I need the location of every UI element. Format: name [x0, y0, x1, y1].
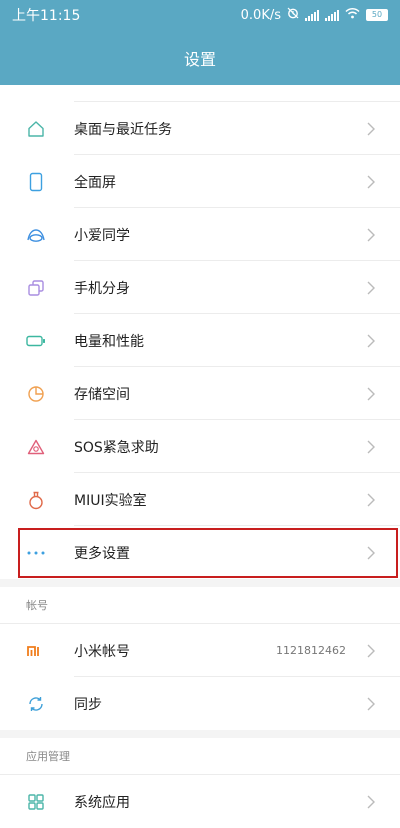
settings-item-system-apps[interactable]: 系统应用 [0, 775, 400, 828]
settings-item-sync[interactable]: 同步 [0, 677, 400, 730]
chevron-right-icon [360, 175, 382, 189]
section-title-apps: 应用管理 [0, 738, 400, 775]
settings-item-fullscreen[interactable]: 全面屏 [0, 155, 400, 208]
battery-icon [0, 314, 74, 367]
chevron-right-icon [360, 387, 382, 401]
apps-icon [0, 775, 74, 828]
settings-item-more[interactable]: 更多设置 [0, 526, 400, 579]
chevron-right-icon [360, 546, 382, 560]
settings-item-label: 电量和性能 [74, 333, 144, 350]
phone-icon [0, 155, 74, 208]
assistant-icon [0, 208, 74, 261]
wifi-icon [345, 7, 360, 23]
page-title: 设置 [183, 49, 216, 69]
settings-item-label: 小米帐号 [74, 643, 130, 660]
net-speed: 0.0K/s [240, 7, 281, 23]
settings-item-label: SOS紧急求助 [74, 439, 159, 456]
chevron-right-icon [360, 440, 382, 454]
settings-item-label: 桌面与最近任务 [74, 121, 172, 138]
settings-item-label: 同步 [74, 696, 102, 713]
sos-icon [0, 420, 74, 473]
status-time: 上午11:15 [12, 8, 81, 24]
settings-item-battery[interactable]: 电量和性能 [0, 314, 400, 367]
settings-item-label: MIUI实验室 [74, 492, 147, 509]
chevron-right-icon [360, 122, 382, 136]
mi-logo-icon [0, 624, 74, 677]
alarm-icon [287, 7, 299, 23]
settings-item-label: 更多设置 [74, 545, 130, 562]
section-gap [0, 579, 400, 587]
page-title-bar: 设置 [0, 30, 400, 85]
chevron-right-icon [360, 281, 382, 295]
chevron-right-icon [360, 697, 382, 711]
chevron-right-icon [360, 795, 382, 809]
chevron-right-icon [360, 228, 382, 242]
lab-icon [0, 473, 74, 526]
home-icon [0, 102, 74, 155]
settings-item-assistant[interactable]: 小爱同学 [0, 208, 400, 261]
settings-item-label: 全面屏 [74, 174, 116, 191]
signal-icon-2 [325, 9, 339, 21]
settings-item-label: 手机分身 [74, 280, 130, 297]
section-gap [0, 730, 400, 738]
status-bar: 上午11:15 0.0K/s 50 [0, 0, 400, 30]
chevron-right-icon [360, 334, 382, 348]
chevron-right-icon [360, 644, 382, 658]
settings-item-lab[interactable]: MIUI实验室 [0, 473, 400, 526]
settings-item-mi-account[interactable]: 小米帐号 1121812462 [0, 624, 400, 677]
settings-item-label: 系统应用 [74, 794, 130, 811]
settings-item-storage[interactable]: 存储空间 [0, 367, 400, 420]
signal-icon [305, 9, 319, 21]
section-title-account: 帐号 [0, 587, 400, 624]
settings-item-label: 存储空间 [74, 386, 130, 403]
status-right: 0.0K/s 50 [241, 7, 388, 23]
settings-item-second-space[interactable]: 手机分身 [0, 261, 400, 314]
settings-list: 桌面与最近任务 全面屏 小爱同学 手机分身 电量和性能 存储空间 SOS紧急求助… [0, 85, 400, 828]
clone-icon [0, 261, 74, 314]
chevron-right-icon [360, 493, 382, 507]
account-id: 1121812462 [276, 644, 346, 657]
settings-item-desktop[interactable]: 桌面与最近任务 [0, 102, 400, 155]
top-divider [74, 85, 400, 102]
settings-item-label: 小爱同学 [74, 227, 130, 244]
more-icon [0, 526, 74, 579]
sync-icon [0, 677, 74, 730]
storage-icon [0, 367, 74, 420]
settings-item-sos[interactable]: SOS紧急求助 [0, 420, 400, 473]
battery-indicator: 50 [366, 9, 388, 21]
